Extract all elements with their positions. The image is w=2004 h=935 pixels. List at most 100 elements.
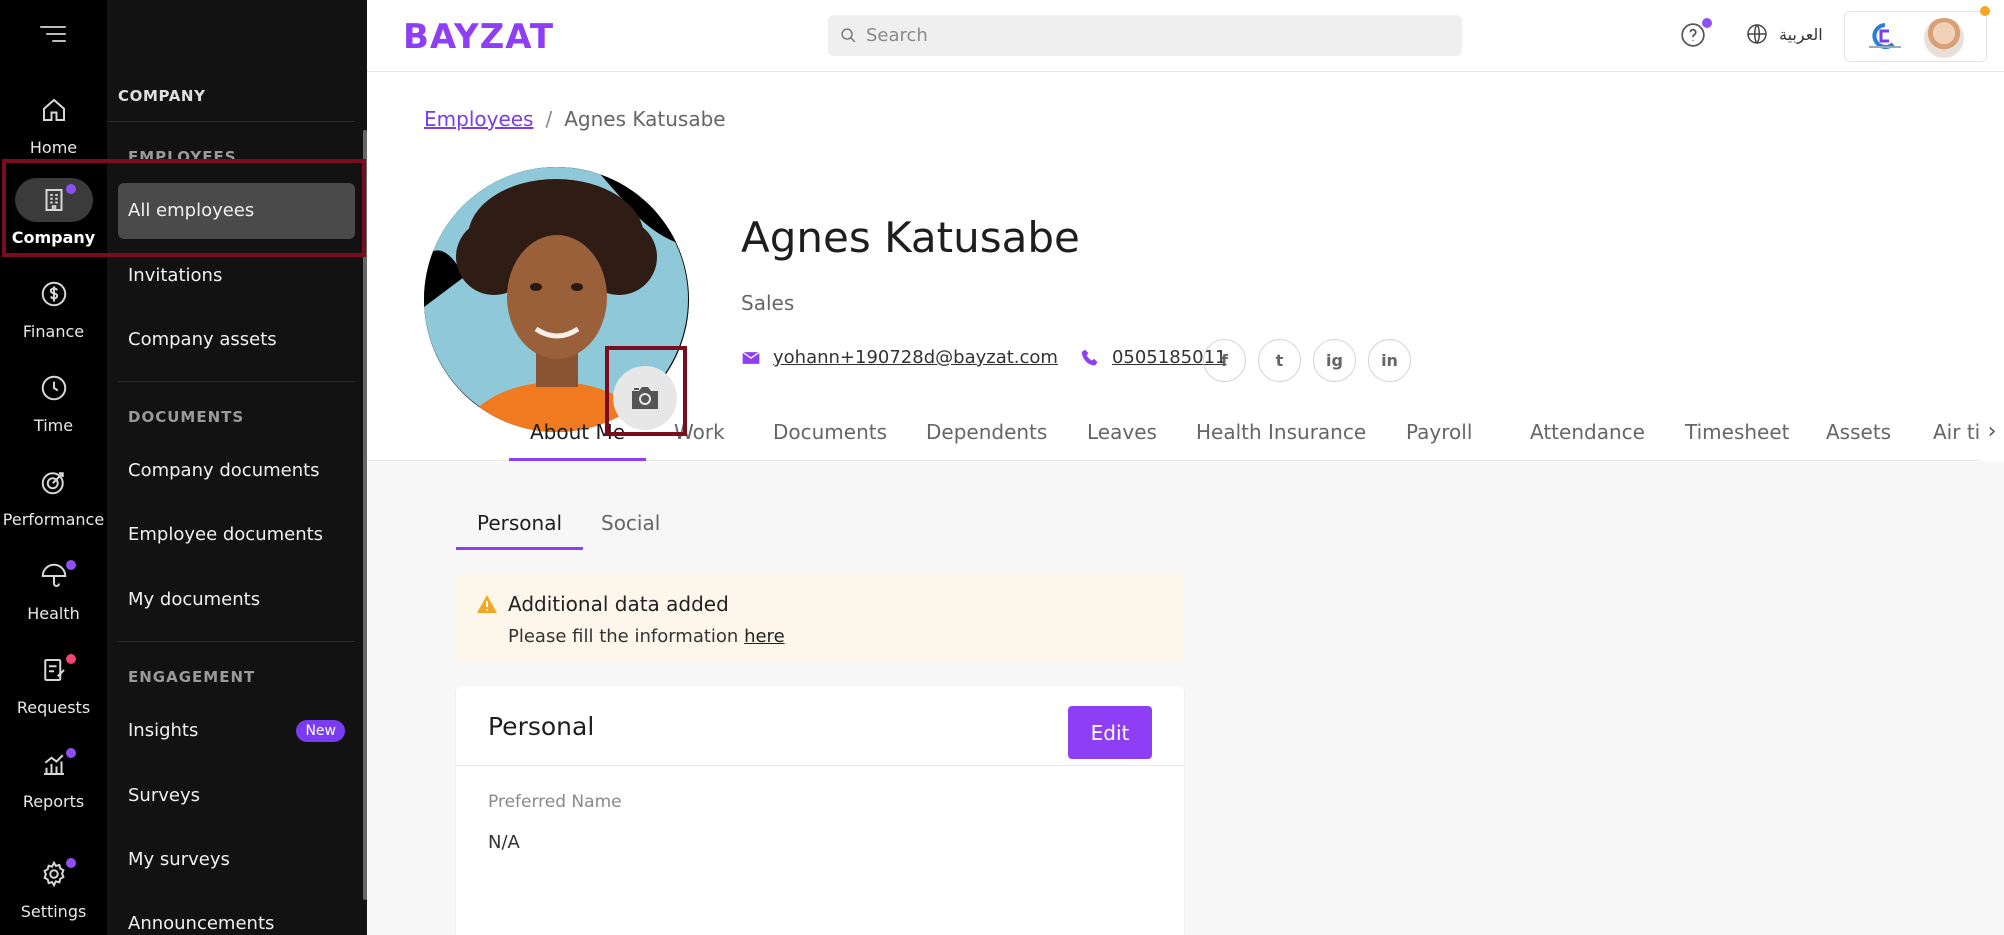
main-content: Employees / Agnes Katusabe Agnes Katusabe … <box>367 73 2004 935</box>
subnav-item-surveys[interactable]: Surveys <box>118 768 355 824</box>
notification-dot <box>65 560 76 570</box>
notification-dot <box>1702 18 1712 28</box>
social-links: f t ig in <box>1203 339 1411 382</box>
rail-label: Settings <box>20 902 87 921</box>
alert-message-text: Please fill the information <box>508 626 745 647</box>
language-switcher[interactable]: العربية <box>1745 22 1823 46</box>
card-header: Personal Edit <box>456 686 1184 766</box>
alert-message: Please fill the information here <box>508 626 785 647</box>
rail-item-health[interactable]: Health <box>0 554 107 623</box>
target-icon <box>41 472 64 495</box>
alert-title: Additional data added <box>508 592 729 616</box>
bayzat-logo[interactable]: BAYZAT <box>403 17 554 57</box>
section-engagement: ENGAGEMENT <box>128 668 256 686</box>
breadcrumb-separator: / <box>545 107 553 131</box>
search-icon <box>841 28 856 43</box>
profile-tabs: About Me Work Documents Dependents Leave… <box>367 403 2004 461</box>
rail-item-performance[interactable]: Performance <box>0 460 107 529</box>
tab-leaves[interactable]: Leaves <box>1066 403 1178 461</box>
rail-label: Health <box>27 604 80 623</box>
section-employees: EMPLOYEES <box>128 148 237 166</box>
tab-assets[interactable]: Assets <box>1805 403 1912 461</box>
chevron-right-icon[interactable]: › <box>1980 403 2004 461</box>
subnav-item-my-documents[interactable]: My documents <box>118 572 355 628</box>
tab-health-insurance[interactable]: Health Insurance <box>1175 403 1387 461</box>
rail-item-time[interactable]: Time <box>0 366 107 435</box>
mail-icon <box>742 351 760 364</box>
subnav-item-insights[interactable]: Insights New <box>118 703 355 759</box>
divider <box>118 641 355 642</box>
company-logo-icon <box>1869 23 1901 49</box>
contact-info: yohann+190728d@bayzat.com 0505185011 <box>741 347 1226 368</box>
tab-payroll[interactable]: Payroll <box>1385 403 1493 461</box>
rail-item-company[interactable]: Company <box>0 178 107 247</box>
rail-item-settings[interactable]: Settings <box>0 852 107 921</box>
rail-label: Time <box>33 416 74 435</box>
linkedin-icon[interactable]: in <box>1368 339 1411 382</box>
dollar-icon <box>41 281 66 307</box>
rail-item-home[interactable]: Home <box>0 88 107 157</box>
email-link[interactable]: yohann+190728d@bayzat.com <box>773 347 1058 368</box>
subnav-title: COMPANY <box>118 87 206 105</box>
card-title: Personal <box>488 712 595 741</box>
tab-air-tickets[interactable]: Air tic <box>1912 403 1980 461</box>
facebook-icon[interactable]: f <box>1203 339 1246 382</box>
globe-icon <box>1747 24 1767 44</box>
subnav-item-company-assets[interactable]: Company assets <box>118 312 355 368</box>
personal-card: Personal Edit Preferred Name N/A <box>456 686 1184 935</box>
subnav-item-employee-documents[interactable]: Employee documents <box>118 507 355 563</box>
help-button[interactable] <box>1680 18 1712 48</box>
phone-icon <box>1081 349 1098 365</box>
instagram-icon[interactable]: ig <box>1313 339 1356 382</box>
breadcrumb-employees-link[interactable]: Employees <box>424 107 533 131</box>
tab-about-me[interactable]: About Me <box>509 403 647 461</box>
notification-dot <box>65 184 76 194</box>
insights-label: Insights <box>128 720 199 741</box>
user-avatar[interactable] <box>1924 18 1964 58</box>
subnav-item-company-documents[interactable]: Company documents <box>118 443 355 499</box>
breadcrumb: Employees / Agnes Katusabe <box>424 107 726 131</box>
twitter-icon[interactable]: t <box>1258 339 1301 382</box>
notification-dot <box>65 748 76 758</box>
subnav-item-announcements[interactable]: Announcements <box>118 896 355 935</box>
edit-button[interactable]: Edit <box>1068 706 1152 759</box>
tab-attendance[interactable]: Attendance <box>1509 403 1666 461</box>
tab-documents[interactable]: Documents <box>752 403 908 461</box>
tab-dependents[interactable]: Dependents <box>905 403 1068 461</box>
tab-timesheet[interactable]: Timesheet <box>1664 403 1811 461</box>
menu-icon[interactable] <box>40 26 66 46</box>
search-input[interactable] <box>866 15 1446 56</box>
rail-label: Home <box>29 138 78 157</box>
notification-dot <box>65 654 76 664</box>
notification-dot <box>65 858 76 868</box>
clock-icon <box>41 375 66 401</box>
subnav-item-all-employees[interactable]: All employees <box>118 183 355 239</box>
home-icon <box>42 98 65 121</box>
subnav-item-my-surveys[interactable]: My surveys <box>118 832 355 888</box>
rail-item-requests[interactable]: Requests <box>0 648 107 717</box>
rail-label: Finance <box>22 322 85 341</box>
preferred-name-value: N/A <box>488 832 520 853</box>
umbrella-icon <box>41 563 66 587</box>
subnav-item-invitations[interactable]: Invitations <box>118 248 355 304</box>
rail-item-reports[interactable]: Reports <box>0 742 107 811</box>
chart-icon <box>43 754 64 775</box>
clipboard-icon <box>43 659 65 681</box>
about-me-panel: Personal Social Additional data added Pl… <box>367 462 2004 935</box>
account-menu[interactable] <box>1844 6 1990 62</box>
alert-here-link[interactable]: here <box>744 626 785 647</box>
search-box[interactable] <box>828 15 1462 56</box>
divider <box>107 121 355 122</box>
divider <box>118 381 355 382</box>
employee-name: Agnes Katusabe <box>741 213 1080 262</box>
rail-label: Requests <box>16 698 91 717</box>
employee-department: Sales <box>741 291 795 315</box>
rail-item-finance[interactable]: Finance <box>0 272 107 341</box>
section-documents: DOCUMENTS <box>128 408 245 426</box>
notification-dot <box>1980 6 1990 16</box>
preferred-name-label: Preferred Name <box>488 792 622 812</box>
subtab-personal[interactable]: Personal <box>456 496 584 550</box>
tab-work[interactable]: Work <box>653 403 746 461</box>
rail-label: Company <box>11 228 96 247</box>
subtab-social[interactable]: Social <box>580 496 681 550</box>
